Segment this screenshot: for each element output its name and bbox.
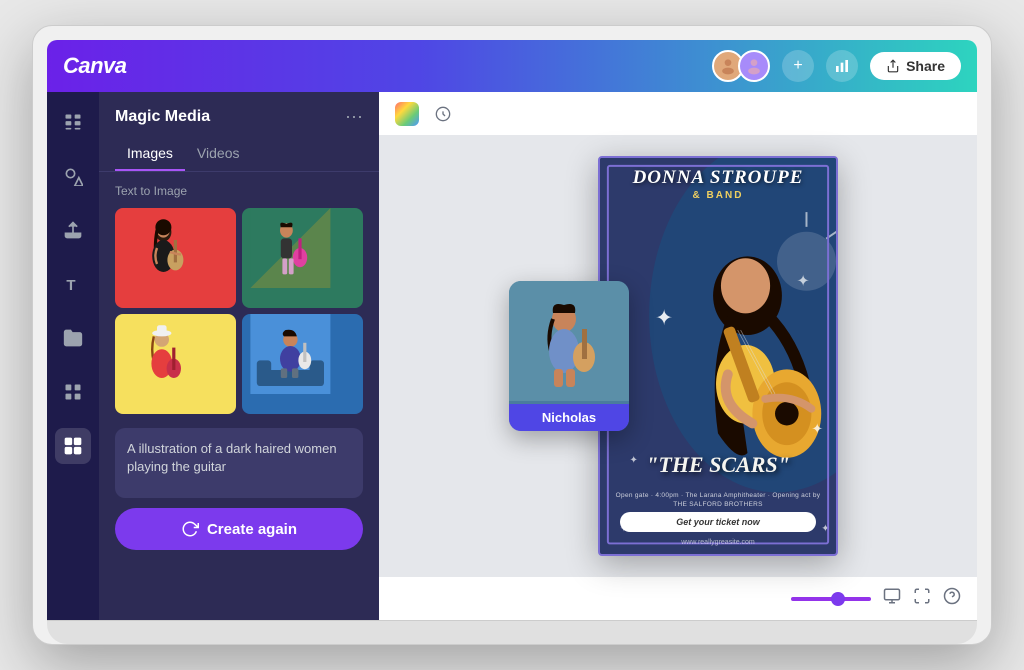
help-button[interactable] <box>943 587 961 610</box>
tab-images[interactable]: Images <box>115 137 185 171</box>
user-badge: Nicholas <box>509 404 629 431</box>
image-thumb-4[interactable] <box>242 314 363 414</box>
image-grid <box>99 208 379 414</box>
sidebar-icon-apps[interactable] <box>55 374 91 410</box>
avatar-2 <box>738 50 770 82</box>
sidebar-icon-elements[interactable] <box>55 158 91 194</box>
music-poster: ✦ ✦ ✦ ✦ ✦ ✦ <box>598 156 838 556</box>
poster-big-title: "THE SCARS" <box>600 454 836 476</box>
poster-title: DONNA STROUPE <box>600 168 836 188</box>
svg-text:✦: ✦ <box>655 305 673 330</box>
user-avatars <box>712 50 770 82</box>
panel-more-button[interactable]: ··· <box>345 106 363 127</box>
panel-tabs: Images Videos <box>99 137 379 172</box>
sidebar-icon-magic[interactable] <box>55 428 91 464</box>
svg-text:T: T <box>66 277 75 294</box>
canvas-area: Nicholas <box>379 92 977 620</box>
laptop-base <box>47 620 977 644</box>
create-again-button[interactable]: Create again <box>115 508 363 550</box>
canva-logo: Canva <box>63 53 127 79</box>
svg-text:✦: ✦ <box>811 421 823 436</box>
sidebar-icon-text[interactable]: T <box>55 266 91 302</box>
sidebar-icon-folder[interactable] <box>55 320 91 356</box>
refresh-icon <box>181 520 199 538</box>
create-again-label: Create again <box>207 521 297 538</box>
poster-website: www.reallygreasite.com <box>600 539 836 546</box>
image-thumb-3[interactable] <box>115 314 236 414</box>
canvas-toolbar <box>379 92 977 136</box>
floating-card-image <box>509 281 629 401</box>
tab-videos[interactable]: Videos <box>185 137 252 171</box>
canvas-content: Nicholas <box>379 136 977 576</box>
panel-title: Magic Media <box>115 108 210 126</box>
sidebar-icon-grid[interactable] <box>55 104 91 140</box>
share-label: Share <box>906 58 945 74</box>
color-picker-button[interactable] <box>395 102 419 126</box>
section-label: Text to Image <box>99 184 379 208</box>
poster-container: ✦ ✦ ✦ ✦ ✦ ✦ <box>598 156 838 556</box>
poster-details: Open gate · 4:00pm · The Larana Amphithe… <box>608 491 828 511</box>
poster-subtitle: & BAND <box>600 190 836 201</box>
zoom-slider[interactable] <box>791 597 871 601</box>
app-header: Canva + Share <box>47 40 977 92</box>
magic-media-panel: Magic Media ··· Images Videos Text to Im… <box>99 92 379 620</box>
analytics-button[interactable] <box>826 50 858 82</box>
poster-ticket-button: Get your ticket now <box>620 512 816 532</box>
prompt-text-box[interactable]: A illustration of a dark haired women pl… <box>115 428 363 498</box>
panel-header: Magic Media ··· <box>99 92 379 137</box>
icon-sidebar: T <box>47 92 99 620</box>
monitor-icon-button[interactable] <box>883 587 901 610</box>
image-thumb-1[interactable] <box>115 208 236 308</box>
image-thumb-2[interactable] <box>242 208 363 308</box>
prompt-text: A illustration of a dark haired women pl… <box>127 441 337 474</box>
canvas-bottom-bar <box>379 576 977 620</box>
share-button[interactable]: Share <box>870 52 961 80</box>
fullscreen-button[interactable] <box>913 587 931 610</box>
sidebar-icon-upload[interactable] <box>55 212 91 248</box>
crop-icon-button[interactable] <box>429 100 457 128</box>
main-area: T Magic Media ··· Images <box>47 92 977 620</box>
add-collaborator-button[interactable]: + <box>782 50 814 82</box>
floating-preview-card[interactable]: Nicholas <box>509 281 629 431</box>
